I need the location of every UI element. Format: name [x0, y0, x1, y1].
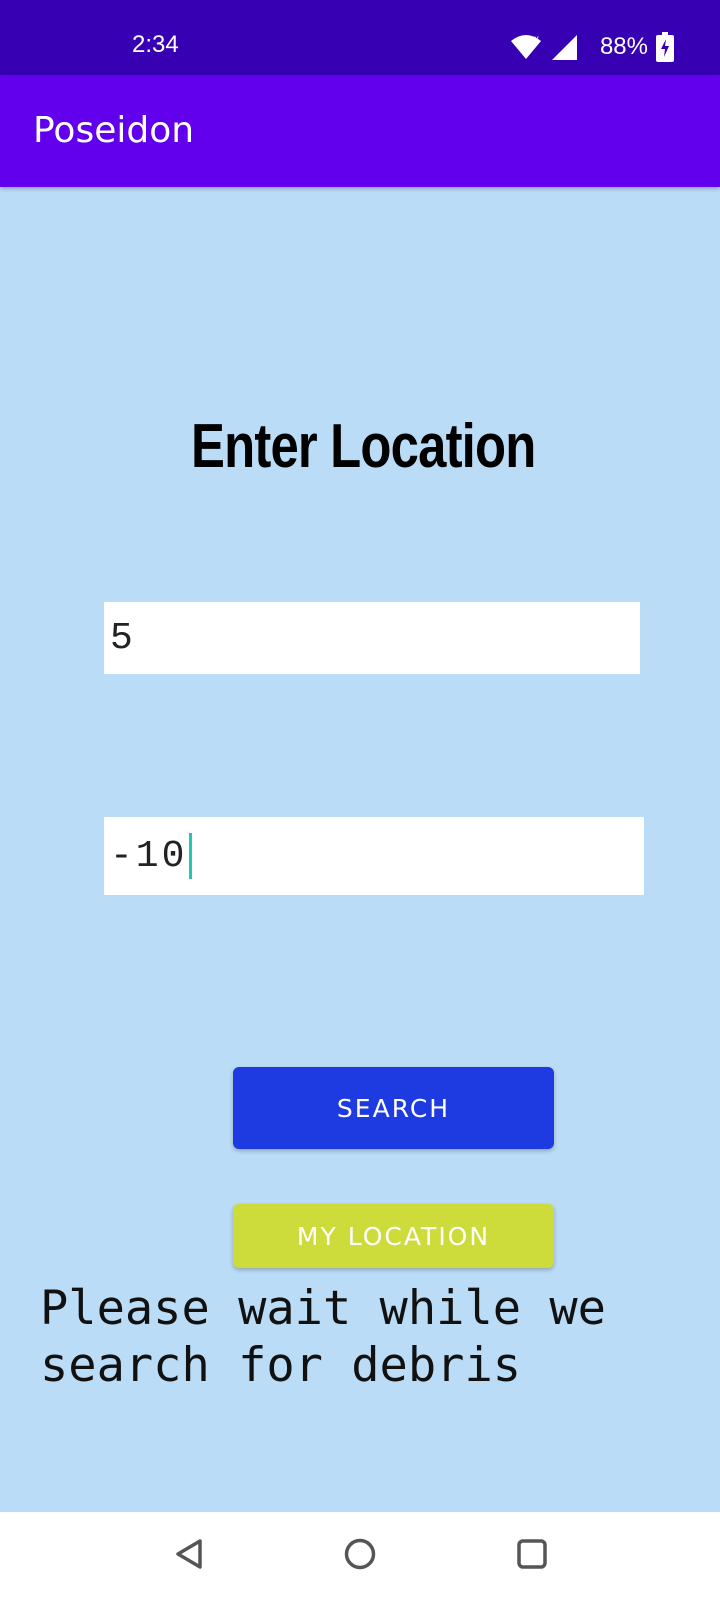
signal-icon: [550, 33, 578, 61]
app-bar: Poseidon: [0, 75, 720, 187]
status-message: Please wait while we search for debris: [40, 1281, 606, 1393]
status-bar: 2:34 x 88%: [0, 0, 720, 75]
recents-icon: [515, 1537, 549, 1575]
home-button[interactable]: [336, 1532, 384, 1580]
latitude-input[interactable]: 5: [104, 602, 640, 674]
back-button[interactable]: [165, 1532, 213, 1580]
wifi-icon: x: [510, 34, 542, 60]
longitude-input[interactable]: -10: [104, 817, 644, 895]
navigation-bar: [0, 1512, 720, 1600]
svg-text:x: x: [534, 34, 539, 45]
my-location-button[interactable]: MY LOCATION: [233, 1204, 554, 1268]
battery-percent: 88%: [599, 33, 648, 60]
text-caret: [189, 833, 193, 879]
battery-charging-icon: [656, 32, 674, 62]
latitude-value: 5: [110, 616, 136, 660]
longitude-value: -10: [110, 834, 188, 878]
home-icon: [343, 1537, 377, 1575]
back-icon: [172, 1537, 206, 1575]
recents-button[interactable]: [508, 1532, 556, 1580]
status-icons: x 88%: [510, 30, 674, 64]
my-location-button-label: MY LOCATION: [296, 1221, 491, 1251]
page-title: Enter Location: [191, 412, 536, 481]
search-button[interactable]: SEARCH: [233, 1067, 554, 1149]
status-time: 2:34: [132, 31, 179, 58]
search-button-label: SEARCH: [336, 1093, 451, 1123]
app-title: Poseidon: [33, 110, 195, 151]
